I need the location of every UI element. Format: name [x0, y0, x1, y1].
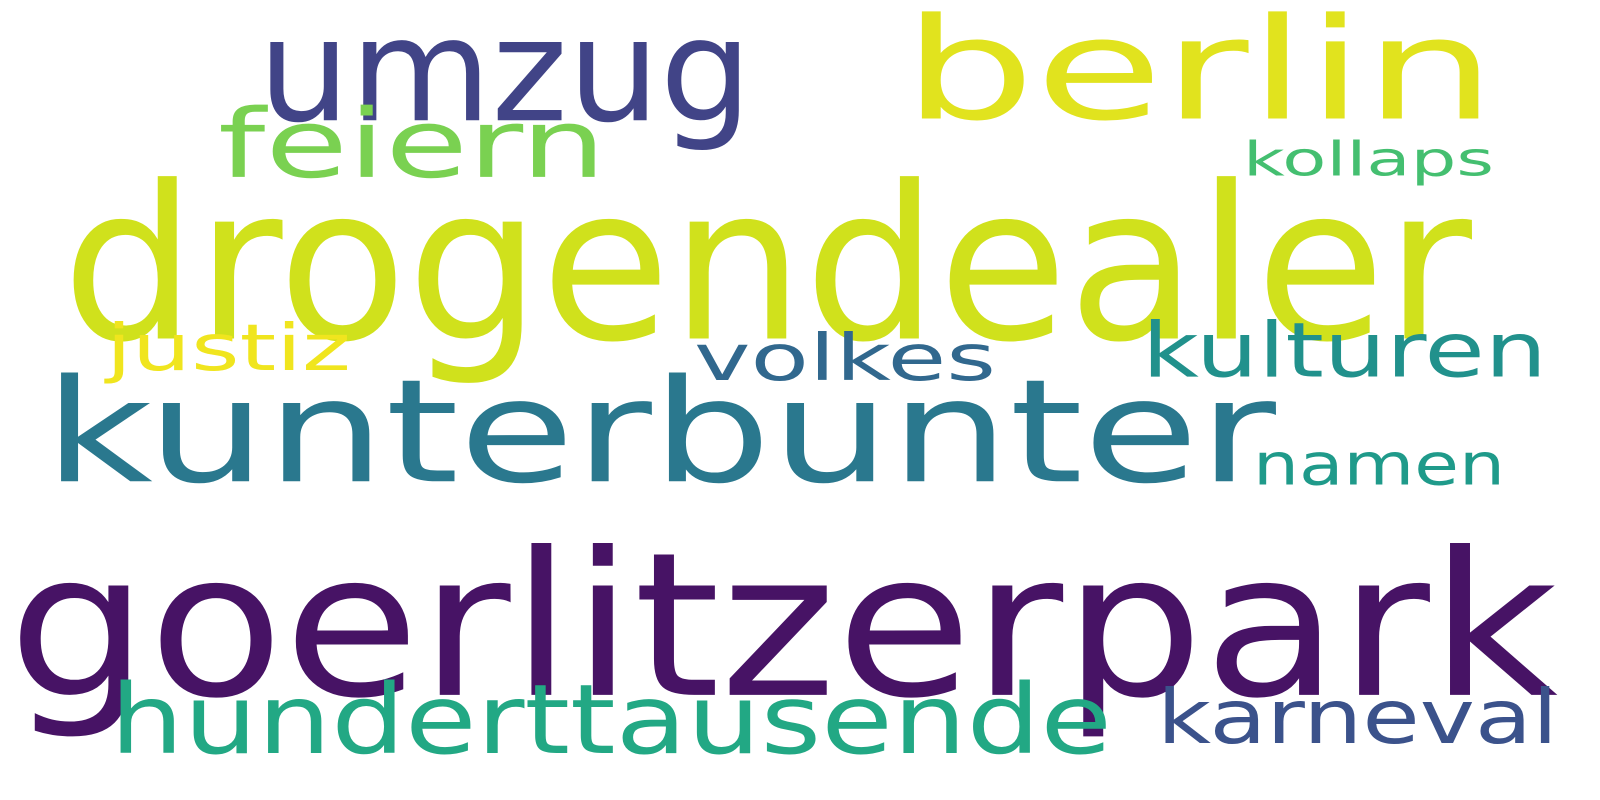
- word-namen: namen: [1253, 430, 1505, 499]
- word-volkes: volkes: [694, 319, 996, 395]
- word-kulturen: kulturen: [1142, 305, 1547, 395]
- word-hunderttausende: hunderttausende: [110, 662, 1112, 776]
- word-justiz: justiz: [106, 309, 351, 385]
- word-cloud: goerlitzerpark drogendealer kunterbunter…: [0, 0, 1600, 800]
- word-feiern: feiern: [218, 88, 606, 200]
- word-berlin: berlin: [903, 0, 1496, 152]
- word-kollaps: kollaps: [1243, 131, 1494, 187]
- word-karneval: karneval: [1157, 672, 1558, 761]
